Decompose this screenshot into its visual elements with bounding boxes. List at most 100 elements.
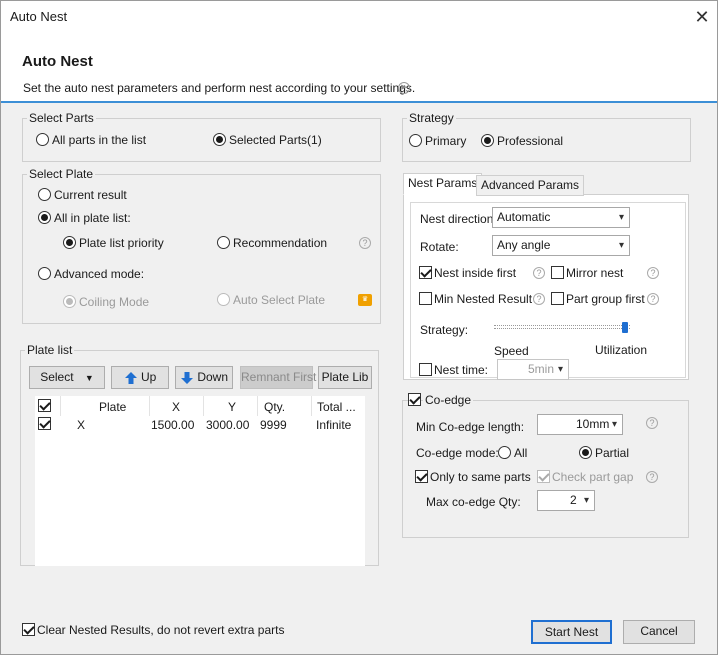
auto-select-plate-label: Auto Select Plate: [233, 293, 326, 307]
strategy-slider-label: Strategy:: [420, 323, 469, 337]
radio-coedge-partial[interactable]: [579, 446, 592, 459]
tab-nest-params[interactable]: Nest Params: [403, 173, 483, 195]
only-same-parts-checkbox[interactable]: [415, 470, 428, 483]
tab-advanced-params[interactable]: Advanced Params: [476, 175, 585, 196]
close-icon[interactable]: ✕: [691, 6, 713, 28]
only-same-parts-label: Only to same parts: [430, 470, 531, 484]
coedge-mode-label: Co-edge mode:: [416, 446, 499, 460]
select-plate-label: Select Plate: [27, 167, 96, 181]
help-icon[interactable]: ?: [647, 293, 659, 305]
strategy-slider-track[interactable]: [494, 325, 630, 329]
up-button[interactable]: Up: [111, 366, 169, 389]
check-part-gap-checkbox[interactable]: [537, 470, 550, 483]
col-total[interactable]: Total ...: [317, 400, 356, 414]
nest-time-select[interactable]: 5min ▾: [497, 359, 569, 380]
chevron-down-icon: ▾: [618, 240, 624, 251]
clear-nested-checkbox[interactable]: [22, 623, 35, 636]
professional-label: Professional: [497, 134, 564, 148]
nest-inside-first-checkbox[interactable]: [419, 266, 432, 279]
radio-all-parts-label: All parts in the list: [52, 133, 147, 147]
plate-lib-button[interactable]: Plate Lib: [318, 366, 372, 389]
radio-plate-list-priority[interactable]: [63, 236, 76, 249]
vip-icon: ♛: [358, 294, 372, 306]
page-title: Auto Nest: [22, 53, 93, 70]
cell-total: Infinite: [316, 418, 352, 432]
down-button[interactable]: Down: [175, 366, 233, 389]
min-coedge-length-select[interactable]: 10mm ▾: [537, 414, 623, 435]
title-bar: Auto Nest ✕: [1, 1, 717, 33]
nest-direction-select[interactable]: Automatic ▾: [492, 207, 630, 228]
col-y[interactable]: Y: [228, 400, 236, 414]
nest-time-checkbox[interactable]: [419, 363, 432, 376]
help-icon[interactable]: ?: [646, 417, 658, 429]
check-part-gap-label: Check part gap: [552, 470, 634, 484]
part-group-first-checkbox[interactable]: [551, 292, 564, 305]
nest-time-value: 5min: [528, 362, 555, 376]
help-icon[interactable]: ?: [533, 293, 545, 305]
nest-inside-first-label: Nest inside first: [434, 266, 517, 280]
all-in-plate-list-label: All in plate list:: [54, 211, 131, 225]
mirror-nest-checkbox[interactable]: [551, 266, 564, 279]
radio-all-in-plate-list[interactable]: [38, 211, 51, 224]
radio-primary[interactable]: [409, 134, 422, 147]
radio-selected-parts[interactable]: [213, 133, 226, 146]
advanced-mode-label: Advanced mode:: [54, 267, 145, 281]
plate-list-priority-label: Plate list priority: [79, 236, 164, 250]
min-coedge-length-value: 10mm: [576, 417, 610, 431]
select-button-label: Select: [40, 370, 74, 384]
rotate-value: Any angle: [497, 238, 551, 252]
col-qty[interactable]: Qty.: [264, 400, 285, 414]
cell-qty: 9999: [260, 418, 287, 432]
up-button-label: Up: [141, 370, 157, 384]
down-button-label: Down: [197, 370, 229, 384]
speed-label: Speed: [494, 344, 529, 358]
rotate-label: Rotate:: [420, 240, 459, 254]
play-icon[interactable]: ▶: [398, 82, 410, 94]
auto-nest-dialog: Auto Nest ✕ Auto Nest Set the auto nest …: [0, 0, 718, 655]
help-icon[interactable]: ?: [359, 237, 371, 249]
utilization-label: Utilization: [595, 343, 648, 357]
chevron-down-icon: ▼: [84, 373, 94, 383]
rotate-select[interactable]: Any angle ▾: [492, 235, 630, 256]
coedge-checkbox[interactable]: [408, 393, 421, 406]
select-all-checkbox[interactable]: [38, 399, 51, 412]
radio-current-result[interactable]: [38, 188, 51, 201]
radio-recommendation[interactable]: [217, 236, 230, 249]
cell-x: 1500.00: [151, 418, 195, 432]
start-nest-button[interactable]: Start Nest: [531, 620, 612, 644]
strategy-group-label: Strategy: [407, 111, 456, 125]
cancel-button[interactable]: Cancel: [623, 620, 695, 644]
radio-coiling-mode[interactable]: [63, 295, 76, 308]
current-result-label: Current result: [54, 188, 127, 202]
primary-label: Primary: [425, 134, 467, 148]
radio-advanced-mode[interactable]: [38, 267, 51, 280]
radio-auto-select-plate[interactable]: [217, 293, 230, 306]
min-nested-result-checkbox[interactable]: [419, 292, 432, 305]
arrow-up-icon: [124, 371, 137, 384]
chevron-down-icon: ▾: [618, 212, 624, 223]
select-parts-label: Select Parts: [27, 111, 96, 125]
max-coedge-qty-select[interactable]: 2 ▾: [537, 490, 595, 511]
row-checkbox[interactable]: [38, 417, 51, 430]
header-panel: Auto Nest Set the auto nest parameters a…: [1, 33, 717, 103]
cell-y: 3000.00: [206, 418, 250, 432]
help-icon[interactable]: ?: [646, 471, 658, 483]
nest-direction-value: Automatic: [497, 210, 551, 224]
select-dropdown-button[interactable]: Select ▼: [29, 366, 105, 389]
col-x[interactable]: X: [172, 400, 180, 414]
min-nested-result-label: Min Nested Result: [434, 292, 533, 306]
help-icon[interactable]: ?: [533, 267, 545, 279]
max-coedge-qty-value: 2: [570, 493, 577, 507]
radio-professional[interactable]: [481, 134, 494, 147]
strategy-slider-handle[interactable]: [622, 322, 628, 333]
cell-plate: X: [77, 418, 86, 432]
col-plate[interactable]: Plate: [99, 400, 126, 414]
coiling-mode-label: Coiling Mode: [79, 295, 150, 309]
remnant-first-button[interactable]: Remnant First: [240, 366, 316, 389]
radio-all-parts[interactable]: [36, 133, 49, 146]
help-icon[interactable]: ?: [647, 267, 659, 279]
radio-coedge-all[interactable]: [498, 446, 511, 459]
mirror-nest-label: Mirror nest: [566, 266, 624, 280]
chevron-down-icon: ▾: [557, 364, 563, 375]
nest-direction-label: Nest direction: [420, 212, 494, 226]
